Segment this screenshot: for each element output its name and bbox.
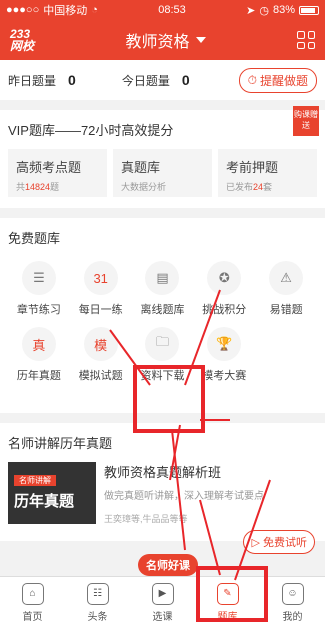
app-logo: 233 网校: [10, 27, 35, 53]
lecture-section: 名师讲解历年真题 名师讲解 历年真题 教师资格真题解析班 做完真题听讲解，深入理解…: [0, 423, 325, 541]
top-bar: 233 网校 教师资格: [0, 20, 325, 60]
page-title: 教师资格: [125, 34, 190, 51]
signal-icon: ●●●○○: [6, 4, 40, 16]
exam-selector[interactable]: 教师资格: [126, 28, 206, 52]
today-label: 今日题量: [121, 73, 170, 88]
tile-offline-bank[interactable]: ▤ 离线题库: [132, 261, 194, 317]
lecture-desc: 做完真题听讲解，深入理解考试要点: [104, 491, 264, 502]
remind-icon: ⏱: [247, 72, 257, 87]
lecture-authors: 王奕璋等,牛品品等等: [104, 514, 188, 524]
tab-home[interactable]: ⌂ 首页: [0, 577, 65, 628]
wifi-icon: ◔: [91, 4, 98, 16]
vip-section: VIP题库——72小时高效提分 购课赠送 高频考点题 共14824题 真题库 大数据…: [0, 106, 325, 208]
vip-card-hot[interactable]: 高频考点题 共14824题: [8, 149, 107, 197]
tile-mock-exams[interactable]: 模模拟试题: [70, 327, 132, 383]
tile-mistakes[interactable]: ⚠ 易错题: [255, 261, 317, 317]
paper-icon: 真: [21, 327, 56, 361]
folder-icon: 🗀: [145, 327, 180, 361]
vip-card-predict[interactable]: 考前押题 已发布24套: [218, 149, 317, 197]
medal-icon: ✪: [207, 261, 242, 295]
tile-challenge[interactable]: ✪ 挑战积分: [193, 261, 255, 317]
course-icon: ▶: [151, 582, 174, 605]
news-icon: ☷: [86, 582, 109, 605]
vip-card-real[interactable]: 真题库 大数据分析: [113, 149, 212, 197]
lecture-thumbnail: 名师讲解 历年真题: [8, 462, 96, 524]
profile-icon: ☺: [281, 582, 304, 605]
highlight-box-downloads: [133, 365, 205, 433]
vip-title: VIP题库——72小时高效提分: [8, 123, 174, 138]
today-value: 0: [181, 72, 190, 88]
tile-daily-practice[interactable]: 31 每日一练: [70, 261, 132, 317]
remind-button[interactable]: ⏱ 提醒做题: [238, 67, 317, 93]
yesterday-label: 昨日题量: [8, 73, 57, 88]
lecture-title: 名师讲解历年真题: [8, 436, 113, 451]
mock-icon: 模: [83, 327, 118, 361]
carrier: 中国移动: [43, 5, 88, 17]
alarm-icon: ⚠: [269, 261, 304, 295]
tile-past-exams[interactable]: 真历年真题: [8, 327, 70, 383]
free-trial-button[interactable]: ▷ 免费试听: [243, 530, 315, 554]
chevron-down-icon: [195, 37, 206, 43]
trophy-icon: 🏆: [207, 327, 242, 361]
tab-profile[interactable]: ☺ 我的: [260, 577, 325, 628]
home-icon: ⌂: [21, 582, 44, 605]
free-title: 免费题库: [8, 231, 61, 246]
promo-ribbon: 购课赠送: [293, 106, 319, 136]
tab-courses[interactable]: ▶ 选课: [130, 577, 195, 628]
location-icon: ➤: [246, 4, 256, 17]
status-bar: ●●●○○ 中国移动 ◔ 08:53 ➤ ◷ 83%: [0, 0, 325, 20]
clock: 08:53: [158, 4, 186, 16]
play-icon: ▷: [251, 537, 263, 549]
question-counts: 昨日题量 0 今日题量 0 ⏱ 提醒做题: [0, 60, 325, 100]
offline-icon: ▤: [145, 261, 180, 295]
lecture-name: 教师资格真题解析班: [104, 465, 222, 480]
lecture-card[interactable]: 名师讲解 历年真题 教师资格真题解析班 做完真题听讲解，深入理解考试要点 王奕璋等…: [8, 462, 317, 525]
promo-badge[interactable]: 名师好课: [138, 554, 198, 576]
grid-menu-icon[interactable]: [297, 31, 315, 49]
calendar-icon: 31: [83, 261, 118, 295]
tab-bar: ⌂ 首页 ☷ 头条 ▶ 选课 ✎ 题库 ☺ 我的: [0, 576, 325, 628]
tab-news[interactable]: ☷ 头条: [65, 577, 130, 628]
alarm-status-icon: ◷: [259, 4, 269, 17]
battery-icon: [299, 5, 319, 15]
highlight-box-question-bank-tab: [196, 566, 268, 622]
tile-chapter-practice[interactable]: ☰ 章节练习: [8, 261, 70, 317]
battery-percent: 83%: [272, 4, 295, 16]
yesterday-value: 0: [68, 72, 76, 88]
list-icon: ☰: [21, 261, 56, 295]
